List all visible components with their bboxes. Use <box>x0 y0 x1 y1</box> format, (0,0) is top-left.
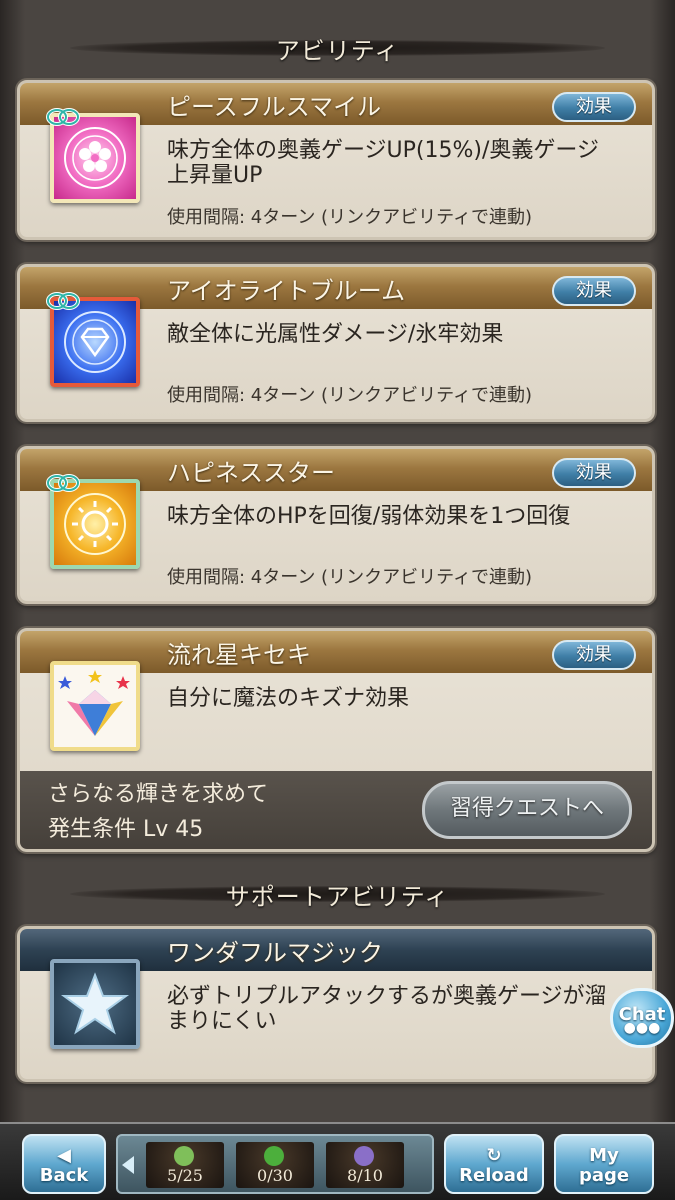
ability-description: 自分に魔法のキズナ効果 <box>167 686 410 711</box>
item-count: 0/30 <box>257 1166 293 1185</box>
item-count: 5/25 <box>167 1166 203 1185</box>
item-gem-icon <box>354 1146 374 1166</box>
back-arrow-icon: ◀ <box>57 1145 71 1166</box>
mypage-label-line2: page <box>578 1165 630 1186</box>
pink-flower-icon <box>46 108 140 203</box>
ability-name: ハピネススター <box>167 459 335 487</box>
reload-icon: ↻ <box>486 1145 502 1166</box>
support-ability-description: 必ずトリプルアタックするが奥義ゲージが溜まりにくい <box>167 984 607 1034</box>
unlock-condition-strip: さらなる輝きを求めて 発生条件 Lv 45 習得クエストへ <box>20 771 652 849</box>
effect-button[interactable]: 効果 <box>552 92 636 122</box>
support-section-title: サポートアビリティ <box>225 882 450 911</box>
effect-button[interactable]: 効果 <box>552 640 636 670</box>
ability-card-3[interactable]: ハピネススター 効果 味方全体のHPを回復/弱体効果を1つ回復 使用間隔: 4タ… <box>17 446 655 604</box>
ability-card-2[interactable]: アイオライトブルーム 効果 敵全体に光属性ダメージ/氷牢効果 使用間隔: 4ター… <box>17 264 655 422</box>
chat-button[interactable]: Chat ●●● <box>610 988 674 1048</box>
star-icon <box>50 959 140 1049</box>
ability-card-1[interactable]: ピースフルスマイル 効果 味方全体の奥義ゲージUP(15%)/奥義ゲージ上昇量U… <box>17 80 655 240</box>
bottom-nav: ◀ Back 5/25 0/30 8/10 ↻ Reload My page <box>0 1122 675 1200</box>
item-slot-3[interactable]: 8/10 <box>326 1142 404 1188</box>
ability-description: 味方全体の奥義ゲージUP(15%)/奥義ゲージ上昇量UP <box>167 138 599 188</box>
blue-gem-icon <box>46 292 140 387</box>
condition-level: 発生条件 Lv 45 <box>48 817 204 842</box>
ability-name: 流れ星キセキ <box>167 641 311 669</box>
mypage-label-line1: My <box>589 1145 619 1166</box>
reload-button[interactable]: ↻ Reload <box>444 1134 544 1194</box>
support-ability-name: ワンダフルマジック <box>167 939 383 967</box>
tray-left-arrow-icon[interactable] <box>122 1156 134 1174</box>
item-tray[interactable]: 5/25 0/30 8/10 <box>116 1134 434 1194</box>
support-ability-card[interactable]: ワンダフルマジック 必ずトリプルアタックするが奥義ゲージが溜まりにくい <box>17 926 655 1082</box>
item-count: 8/10 <box>347 1166 383 1185</box>
effect-button[interactable]: 効果 <box>552 276 636 306</box>
reload-label: Reload <box>459 1165 529 1186</box>
ability-cooldown: 使用間隔: 4ターン (リンクアビリティで連動) <box>167 207 533 228</box>
condition-title: さらなる輝きを求めて <box>48 782 269 807</box>
ability-section-title: アビリティ <box>275 36 400 65</box>
link-icon <box>46 474 80 492</box>
support-section-header: サポートアビリティ <box>0 872 675 916</box>
ability-cooldown: 使用間隔: 4ターン (リンクアビリティで連動) <box>167 385 533 406</box>
item-slot-1[interactable]: 5/25 <box>146 1142 224 1188</box>
ability-description: 味方全体のHPを回復/弱体効果を1つ回復 <box>167 504 571 529</box>
ability-section-header: アビリティ <box>0 26 675 70</box>
link-icon <box>46 108 80 126</box>
gold-sun-icon <box>46 474 140 569</box>
ability-name: アイオライトブルーム <box>167 277 406 305</box>
item-gem-icon <box>264 1146 284 1166</box>
mypage-button[interactable]: My page <box>554 1134 654 1194</box>
ability-card-4[interactable]: 流れ星キセキ 効果 自分に魔法のキズナ効果 さらなる輝きを求めて 発生条件 Lv… <box>17 628 655 852</box>
item-gem-icon <box>174 1146 194 1166</box>
item-slot-2[interactable]: 0/30 <box>236 1142 314 1188</box>
go-to-quest-button[interactable]: 習得クエストへ <box>422 781 632 839</box>
back-label: Back <box>39 1165 89 1186</box>
link-icon <box>46 292 80 310</box>
ability-cooldown: 使用間隔: 4ターン (リンクアビリティで連動) <box>167 567 533 588</box>
crown-star-icon <box>50 661 140 751</box>
back-button[interactable]: ◀ Back <box>22 1134 106 1194</box>
ability-name: ピースフルスマイル <box>167 93 382 121</box>
chat-dots-icon: ●●● <box>623 1020 661 1036</box>
ability-description: 敵全体に光属性ダメージ/氷牢効果 <box>167 322 504 347</box>
effect-button[interactable]: 効果 <box>552 458 636 488</box>
